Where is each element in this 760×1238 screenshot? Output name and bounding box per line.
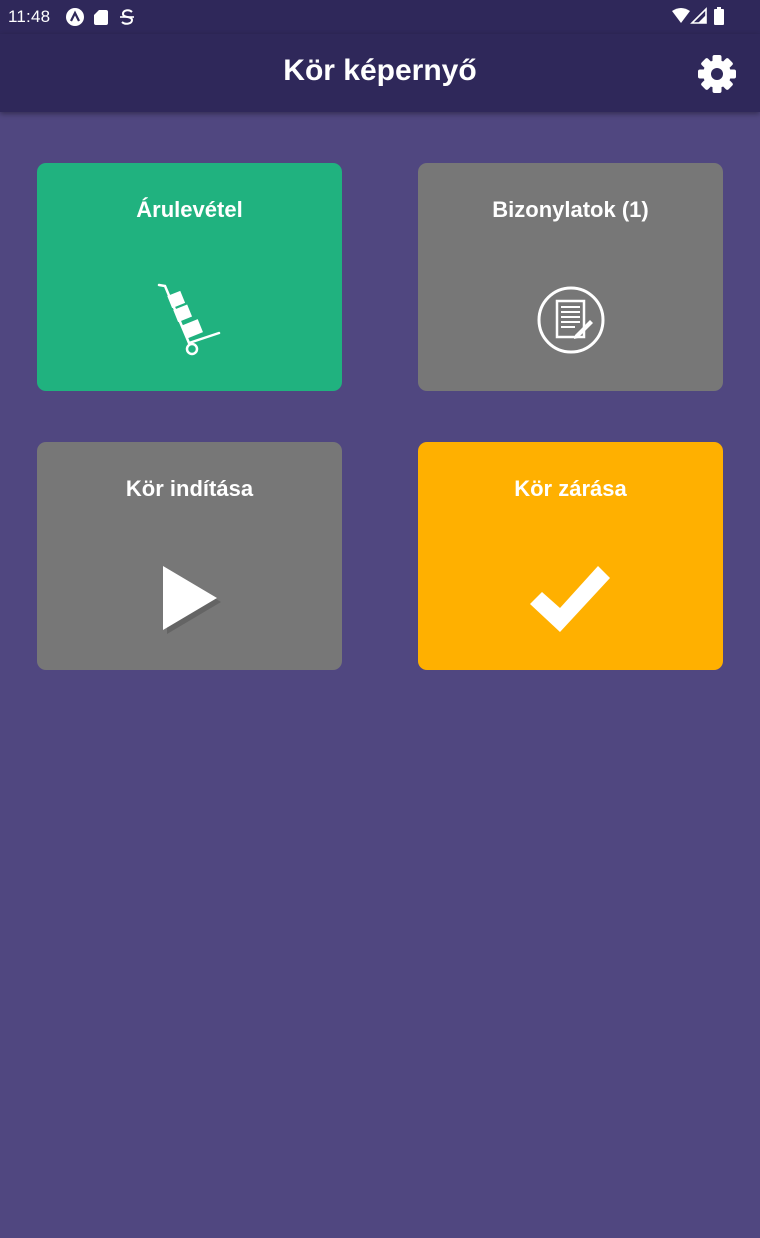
app-bar: Kör képernyő	[0, 34, 760, 112]
android-auto-icon	[66, 8, 84, 26]
tile-label: Árulevétel	[136, 197, 243, 222]
tile-kor-zarasa[interactable]: Kör zárása	[418, 442, 723, 670]
settings-button[interactable]	[694, 51, 740, 97]
hand-truck-icon	[157, 283, 221, 356]
checkmark-icon	[530, 566, 610, 632]
page-title: Kör képernyő	[283, 54, 477, 87]
tile-label: Bizonylatok (1)	[492, 197, 649, 222]
status-bar: 11:48	[0, 0, 760, 34]
status-system-icons	[672, 7, 724, 25]
signal-icon	[690, 7, 707, 24]
play-icon	[163, 566, 221, 634]
tile-label: Kör zárása	[514, 476, 627, 501]
wifi-icon	[672, 8, 690, 23]
sd-card-icon	[94, 10, 108, 25]
tile-bizonylatok[interactable]: Bizonylatok (1)	[418, 163, 723, 391]
tile-label: Kör indítása	[125, 476, 254, 501]
gear-icon	[698, 55, 736, 93]
battery-icon	[714, 7, 724, 25]
document-edit-icon	[537, 286, 605, 354]
status-notification-icons	[66, 8, 134, 26]
status-time: 11:48	[8, 7, 51, 26]
s-app-icon	[120, 9, 134, 25]
tile-kor-inditasa[interactable]: Kör indítása	[37, 442, 342, 670]
tile-arulevetel[interactable]: Árulevétel	[37, 163, 342, 391]
